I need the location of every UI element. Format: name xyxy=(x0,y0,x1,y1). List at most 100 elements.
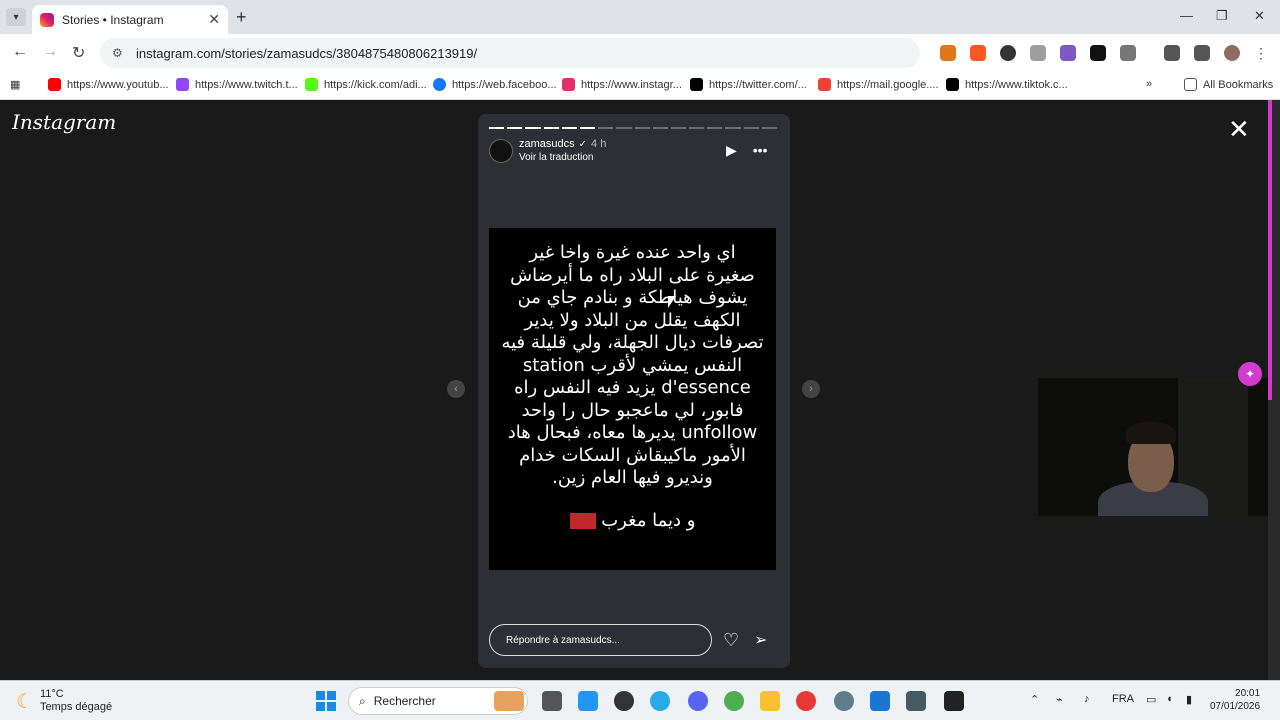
new-tab-button[interactable]: + xyxy=(236,7,247,28)
share-icon[interactable]: ➢ xyxy=(754,630,767,650)
avatar[interactable] xyxy=(489,138,513,163)
restore-button[interactable]: ❐ xyxy=(1216,8,1228,24)
bookmarks-bar: ▦ https://www.youtub... https://www.twit… xyxy=(0,72,1280,100)
forward-button[interactable]: → xyxy=(42,43,58,61)
minimize-button[interactable]: — xyxy=(1180,8,1193,23)
notepad-icon[interactable] xyxy=(578,691,598,711)
verified-badge-icon: ✓ xyxy=(578,138,588,150)
extension-icon[interactable] xyxy=(1090,45,1106,61)
browser-tab-strip: ▾ Stories • Instagram ✕ + — ❐ ✕ xyxy=(0,0,1280,34)
floating-extension-icon[interactable]: ✦ xyxy=(1238,362,1262,386)
battery-icon[interactable]: ▮ xyxy=(1186,693,1192,706)
story-progress xyxy=(489,127,777,129)
more-options-icon[interactable]: ••• xyxy=(753,142,768,159)
extension-icon[interactable] xyxy=(1030,45,1046,61)
reply-input[interactable]: Répondre à zamasudcs... xyxy=(489,624,712,656)
tab-stories[interactable]: Stories • Instagram ✕ xyxy=(32,5,228,34)
story-text-line: ونديرو فيها العام زين. xyxy=(552,467,713,488)
apps-grid-icon[interactable]: ▦ xyxy=(10,78,20,91)
extension-icon[interactable] xyxy=(970,45,986,61)
story-text-line: فابور، لي ماعجبو حال را واحد xyxy=(521,399,744,421)
like-icon[interactable]: ♡ xyxy=(723,630,739,651)
progress-segment xyxy=(525,127,541,129)
play-icon[interactable]: ▶ xyxy=(726,142,737,159)
file-explorer-icon[interactable] xyxy=(760,691,780,711)
windows-taskbar: ☾ 11°C Temps dégagé ⌕ Rechercher ⌃ ⌁ ♪ F… xyxy=(0,680,1280,720)
close-story-button[interactable]: ✕ xyxy=(1228,114,1250,145)
youtube-icon xyxy=(48,78,61,91)
microphone-icon[interactable]: ♪ xyxy=(1084,693,1090,705)
all-bookmarks[interactable]: All Bookmarks xyxy=(1184,78,1273,91)
chrome-icon[interactable] xyxy=(796,691,816,711)
metamask-extension-icon[interactable] xyxy=(940,45,956,61)
extensions-puzzle-icon[interactable] xyxy=(1120,45,1136,61)
bookmark-gmail[interactable]: https://mail.google.... xyxy=(818,78,939,91)
store-icon[interactable] xyxy=(870,691,890,711)
extension-icon[interactable] xyxy=(1060,45,1076,61)
display-icon[interactable]: ▭ xyxy=(1146,693,1156,706)
translate-link[interactable]: Voir la traduction xyxy=(519,152,606,163)
progress-segment xyxy=(652,127,668,129)
clock[interactable]: 20:01 07/01/2026 xyxy=(1210,687,1260,713)
story-actions: ▶ ••• xyxy=(726,142,768,159)
instagram-favicon-icon xyxy=(40,12,54,27)
window-close-button[interactable]: ✕ xyxy=(1254,8,1265,24)
username[interactable]: zamasudcs xyxy=(519,138,575,150)
calculator-icon[interactable] xyxy=(906,691,926,711)
menu-kebab-icon[interactable]: ⋮ xyxy=(1254,45,1270,61)
tab-list-button[interactable]: ▾ xyxy=(6,8,26,26)
bookmark-instagram[interactable]: https://www.instagr... xyxy=(562,78,682,91)
progress-segment xyxy=(670,127,687,129)
bookmarks-overflow-icon[interactable]: » xyxy=(1146,78,1152,90)
taskbar-app-icon[interactable] xyxy=(494,691,524,711)
bookmark-tiktok[interactable]: https://www.tiktok.c... xyxy=(946,78,1068,91)
instagram-logo[interactable]: Instagram xyxy=(12,110,116,134)
discord-icon[interactable] xyxy=(688,691,708,711)
story-text: اي واحد عنده غيرة واخا غير صغيرة على البل… xyxy=(501,242,764,490)
bookmark-youtube[interactable]: https://www.youtub... xyxy=(48,78,169,91)
network-icon[interactable]: ⌁ xyxy=(1056,693,1063,706)
download-icon[interactable] xyxy=(1164,45,1180,61)
back-button[interactable]: ← xyxy=(12,43,28,61)
morocco-flag-icon xyxy=(569,512,596,529)
story-text-card: اي واحد عنده غيرة واخا غير صغيرة على البل… xyxy=(489,228,776,570)
story-text-line: النفس يمشي لأقرب station xyxy=(522,354,743,376)
bookmark-kick[interactable]: https://kick.com/adi... xyxy=(305,78,427,91)
progress-segment xyxy=(634,127,650,129)
task-view-icon[interactable] xyxy=(542,691,562,711)
profile-avatar-icon[interactable] xyxy=(1224,45,1240,61)
story-text-line: d'essence يزيد فيه النفس راه xyxy=(514,377,751,398)
prev-story-button[interactable]: ‹ xyxy=(447,380,465,398)
next-story-button[interactable]: › xyxy=(802,380,820,398)
progress-segment xyxy=(761,127,777,129)
story-text-line: اي واحد عنده غيرة واخا غير xyxy=(529,242,736,263)
app-icon[interactable] xyxy=(944,691,964,711)
language-indicator[interactable]: FRA xyxy=(1112,693,1134,705)
bookmark-twitter[interactable]: https://twitter.com/... xyxy=(690,78,807,91)
url-text: instagram.com/stories/zamasudcs/38048754… xyxy=(136,45,478,61)
chrome-icon[interactable] xyxy=(724,691,744,711)
app-icon[interactable] xyxy=(614,691,634,711)
progress-segment xyxy=(579,127,596,129)
tray-overflow-icon[interactable]: ⌃ xyxy=(1030,693,1039,706)
facebook-icon xyxy=(433,78,446,91)
temperature: 11°C xyxy=(39,688,64,700)
weather-widget[interactable]: ☾ 11°C Temps dégagé xyxy=(16,688,112,714)
progress-segment xyxy=(616,127,632,129)
media-controls-icon[interactable] xyxy=(1194,45,1210,61)
bookmark-twitch[interactable]: https://www.twitch.t... xyxy=(176,78,298,91)
tab-close-icon[interactable]: ✕ xyxy=(208,11,220,28)
telegram-icon[interactable] xyxy=(650,691,670,711)
story-text-line: unfollow يديرها معاه، فبحال هاد xyxy=(507,422,758,443)
bookmark-facebook[interactable]: https://web.faceboo... xyxy=(433,78,557,91)
reload-button[interactable]: ↻ xyxy=(72,43,85,63)
volume-icon[interactable]: ◖ xyxy=(1166,693,1173,705)
start-button[interactable] xyxy=(316,691,336,711)
site-info-icon[interactable]: ⚙ xyxy=(112,46,126,60)
scrollbar[interactable] xyxy=(1268,100,1280,680)
tab-title: Stories • Instagram xyxy=(62,12,164,27)
story-text-line: يشوف هياطكة و بنادم جاي من xyxy=(517,287,748,308)
address-bar[interactable]: ⚙ instagram.com/stories/zamasudcs/380487… xyxy=(100,38,920,68)
settings-icon[interactable] xyxy=(834,691,854,711)
extension-icon[interactable] xyxy=(1000,45,1016,61)
